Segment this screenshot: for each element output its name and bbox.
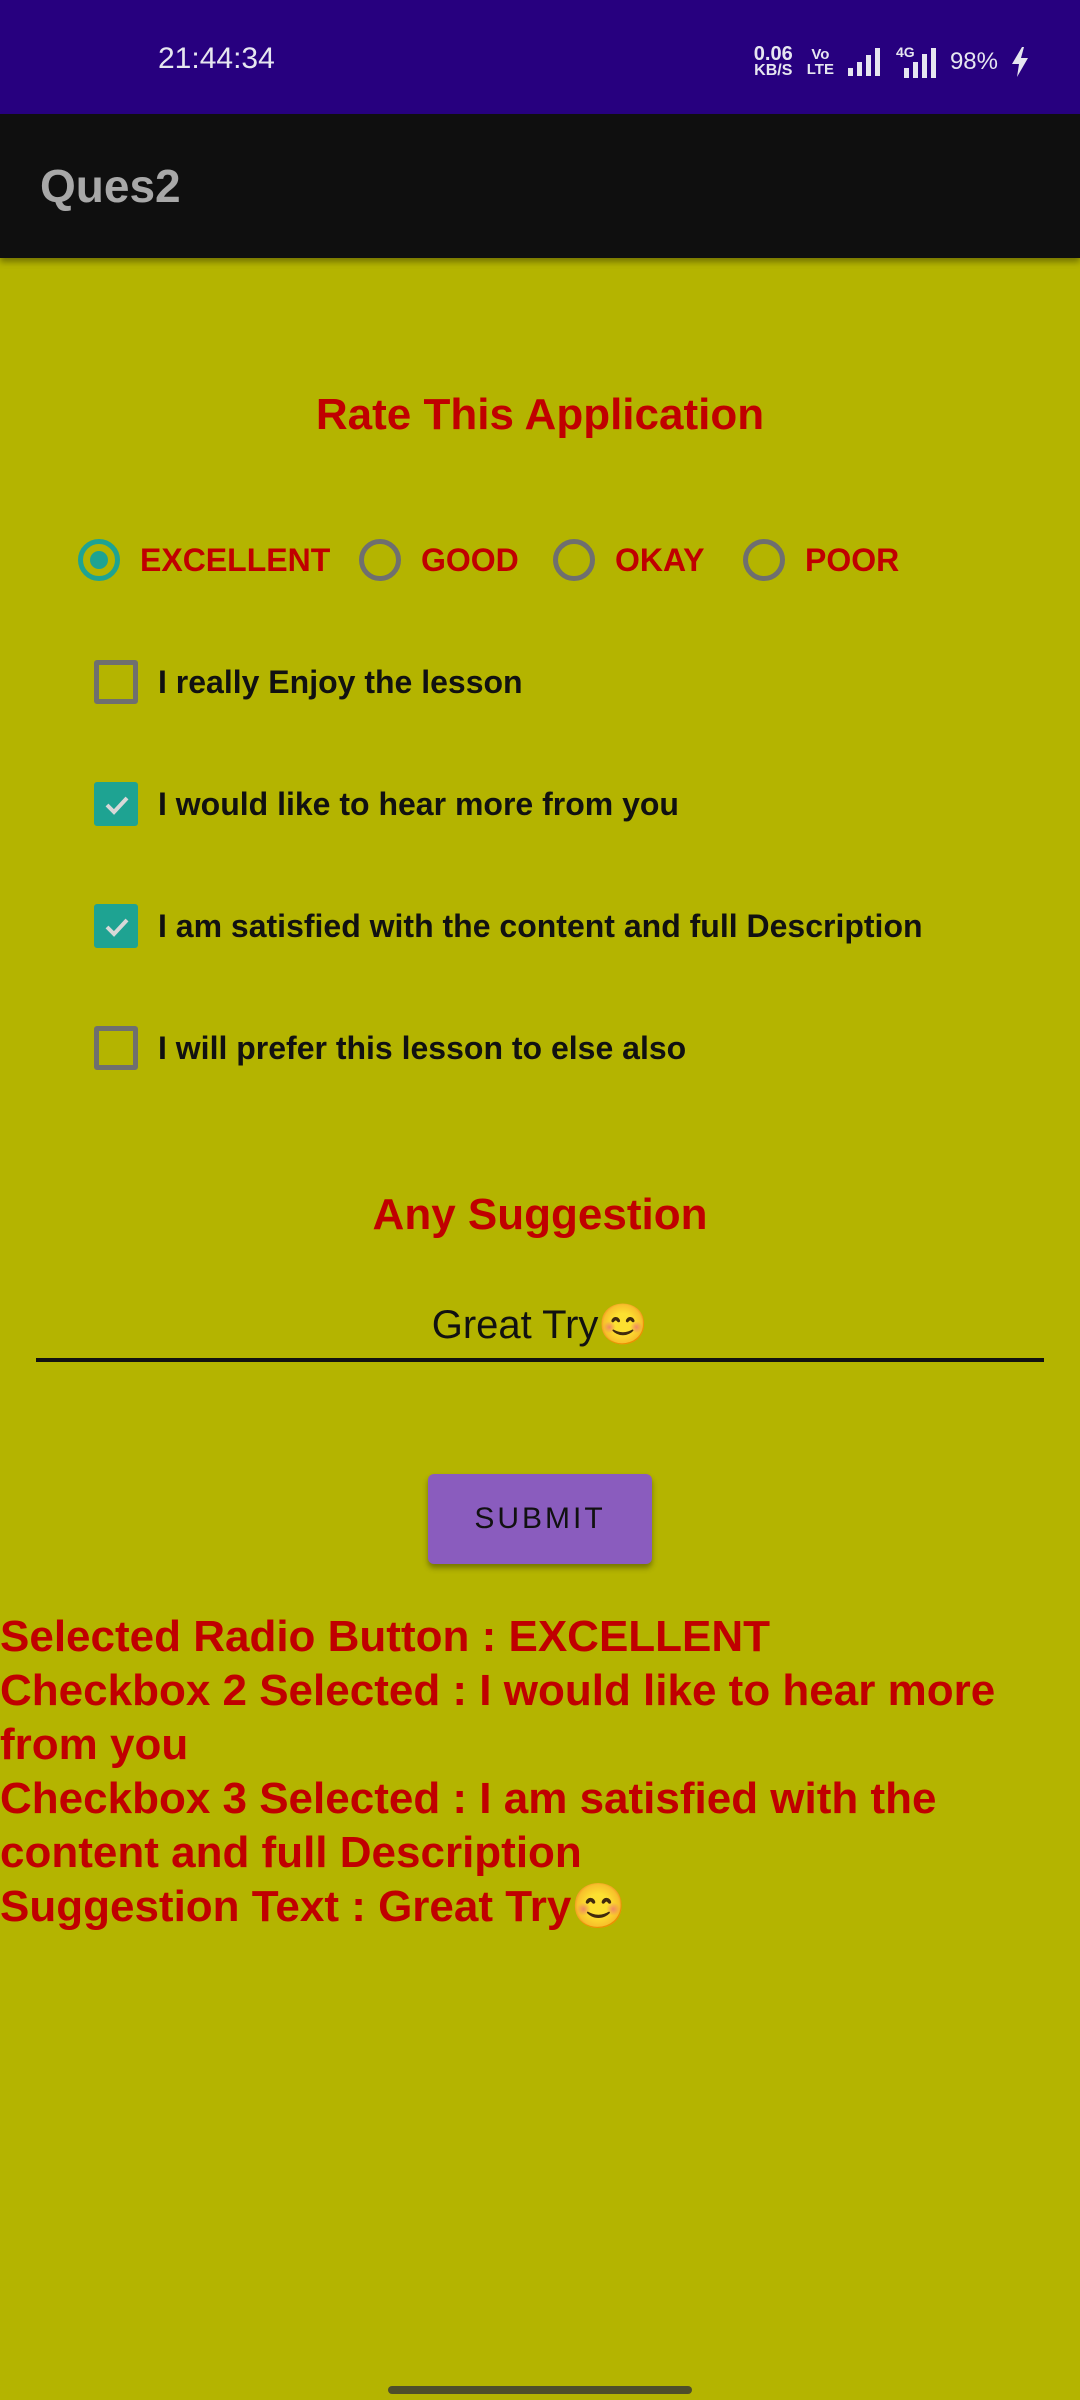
status-time: 21:44:34 [158, 42, 275, 75]
radio-circle-icon[interactable] [359, 539, 401, 581]
submit-button[interactable]: SUBMIT [428, 1474, 652, 1564]
volte-icon: Vo LTE [807, 47, 834, 77]
checkbox-hear-more[interactable]: I would like to hear more from you [94, 779, 679, 829]
checkbox-label: I will prefer this lesson to else also [158, 1029, 687, 1066]
result-line-radio: Selected Radio Button : EXCELLENT [0, 1612, 771, 1661]
charging-icon [1012, 47, 1028, 77]
status-bar: 21:44:34 0.06 KB/S Vo LTE 4G 98% [0, 0, 1080, 114]
checkbox-label: I would like to hear more from you [158, 785, 679, 822]
volte-top: Vo [811, 46, 830, 63]
radio-good[interactable]: GOOD [359, 532, 519, 588]
signal-4g-icon: 4G [896, 44, 936, 78]
checkbox-enjoy-lesson[interactable]: I really Enjoy the lesson [94, 657, 523, 707]
result-line-suggestion: Suggestion Text : Great Try😊 [0, 1882, 627, 1931]
net-speed-indicator: 0.06 KB/S [753, 43, 793, 79]
checkbox-satisfied[interactable]: I am satisfied with the content and full… [94, 901, 923, 951]
checkmark-icon [105, 918, 129, 937]
radio-circle-icon[interactable] [553, 539, 595, 581]
suggestion-input[interactable] [36, 1290, 1044, 1362]
radio-label: GOOD [421, 541, 519, 578]
checkbox-icon[interactable] [94, 1026, 138, 1070]
checkbox-icon[interactable] [94, 660, 138, 704]
net-speed-value: 0.06 [753, 43, 793, 65]
app-title: Ques2 [40, 160, 181, 212]
radio-label: POOR [805, 541, 900, 578]
radio-excellent[interactable]: EXCELLENT [78, 532, 330, 588]
checkbox-checked-icon[interactable] [94, 782, 138, 826]
radio-label: OKAY [615, 541, 705, 578]
net-speed-unit: KB/S [754, 62, 793, 79]
checkbox-label: I really Enjoy the lesson [158, 663, 523, 700]
status-icons: 0.06 KB/S Vo LTE 4G 98% [754, 44, 1028, 80]
checkmark-icon [105, 796, 129, 815]
radio-poor[interactable]: POOR [743, 532, 899, 588]
checkbox-prefer-lesson[interactable]: I will prefer this lesson to else also [94, 1023, 686, 1073]
result-text: Selected Radio Button : EXCELLENT Checkb… [0, 1610, 1020, 1934]
suggestion-heading: Any Suggestion [372, 1190, 708, 1239]
radio-circle-icon[interactable] [78, 539, 120, 581]
checkbox-label: I am satisfied with the content and full… [158, 907, 923, 944]
radio-label: EXCELLENT [140, 541, 331, 578]
battery-percent: 98% [949, 48, 998, 75]
volte-bottom: LTE [806, 61, 834, 78]
result-line-checkbox-3: Checkbox 3 Selected : I am satisfied wit… [0, 1774, 937, 1877]
rate-heading: Rate This Application [315, 390, 765, 439]
radio-circle-icon[interactable] [743, 539, 785, 581]
gesture-nav-handle[interactable] [388, 2386, 692, 2394]
app-bar: Ques2 [0, 114, 1080, 258]
result-line-checkbox-2: Checkbox 2 Selected : I would like to he… [0, 1666, 996, 1769]
radio-okay[interactable]: OKAY [553, 532, 705, 588]
checkbox-checked-icon[interactable] [94, 904, 138, 948]
signal-icon [847, 48, 880, 76]
